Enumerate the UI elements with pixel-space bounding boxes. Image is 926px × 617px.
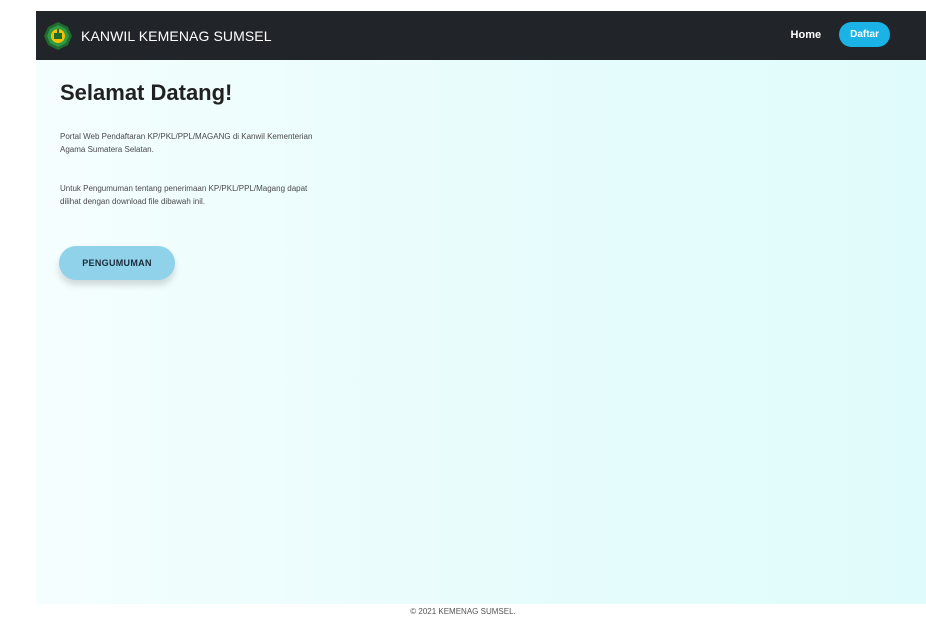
daftar-button[interactable]: Daftar (839, 22, 890, 47)
footer-copyright: © 2021 KEMENAG SUMSEL. (410, 607, 516, 616)
hero-section: Selamat Datang! Portal Web Pendaftaran K… (36, 60, 926, 604)
nav-home-link[interactable]: Home (791, 29, 822, 41)
page-title: Selamat Datang! (60, 80, 233, 105)
announcement-paragraph: Untuk Pengumuman tentang penerimaan KP/P… (60, 184, 308, 206)
brand-title: KANWIL KEMENAG SUMSEL (81, 28, 272, 44)
page: KANWIL KEMENAG SUMSEL Home Daftar Selama… (0, 0, 926, 617)
pengumuman-button[interactable]: PENGUMUMAN (59, 246, 175, 280)
intro-paragraph: Portal Web Pendaftaran KP/PKL/PPL/MAGANG… (60, 132, 313, 154)
navbar-brand[interactable]: KANWIL KEMENAG SUMSEL (43, 21, 272, 51)
kemenag-logo-icon (44, 22, 72, 50)
nav-links: Home Daftar (791, 22, 890, 47)
navbar: KANWIL KEMENAG SUMSEL Home Daftar (36, 11, 926, 60)
